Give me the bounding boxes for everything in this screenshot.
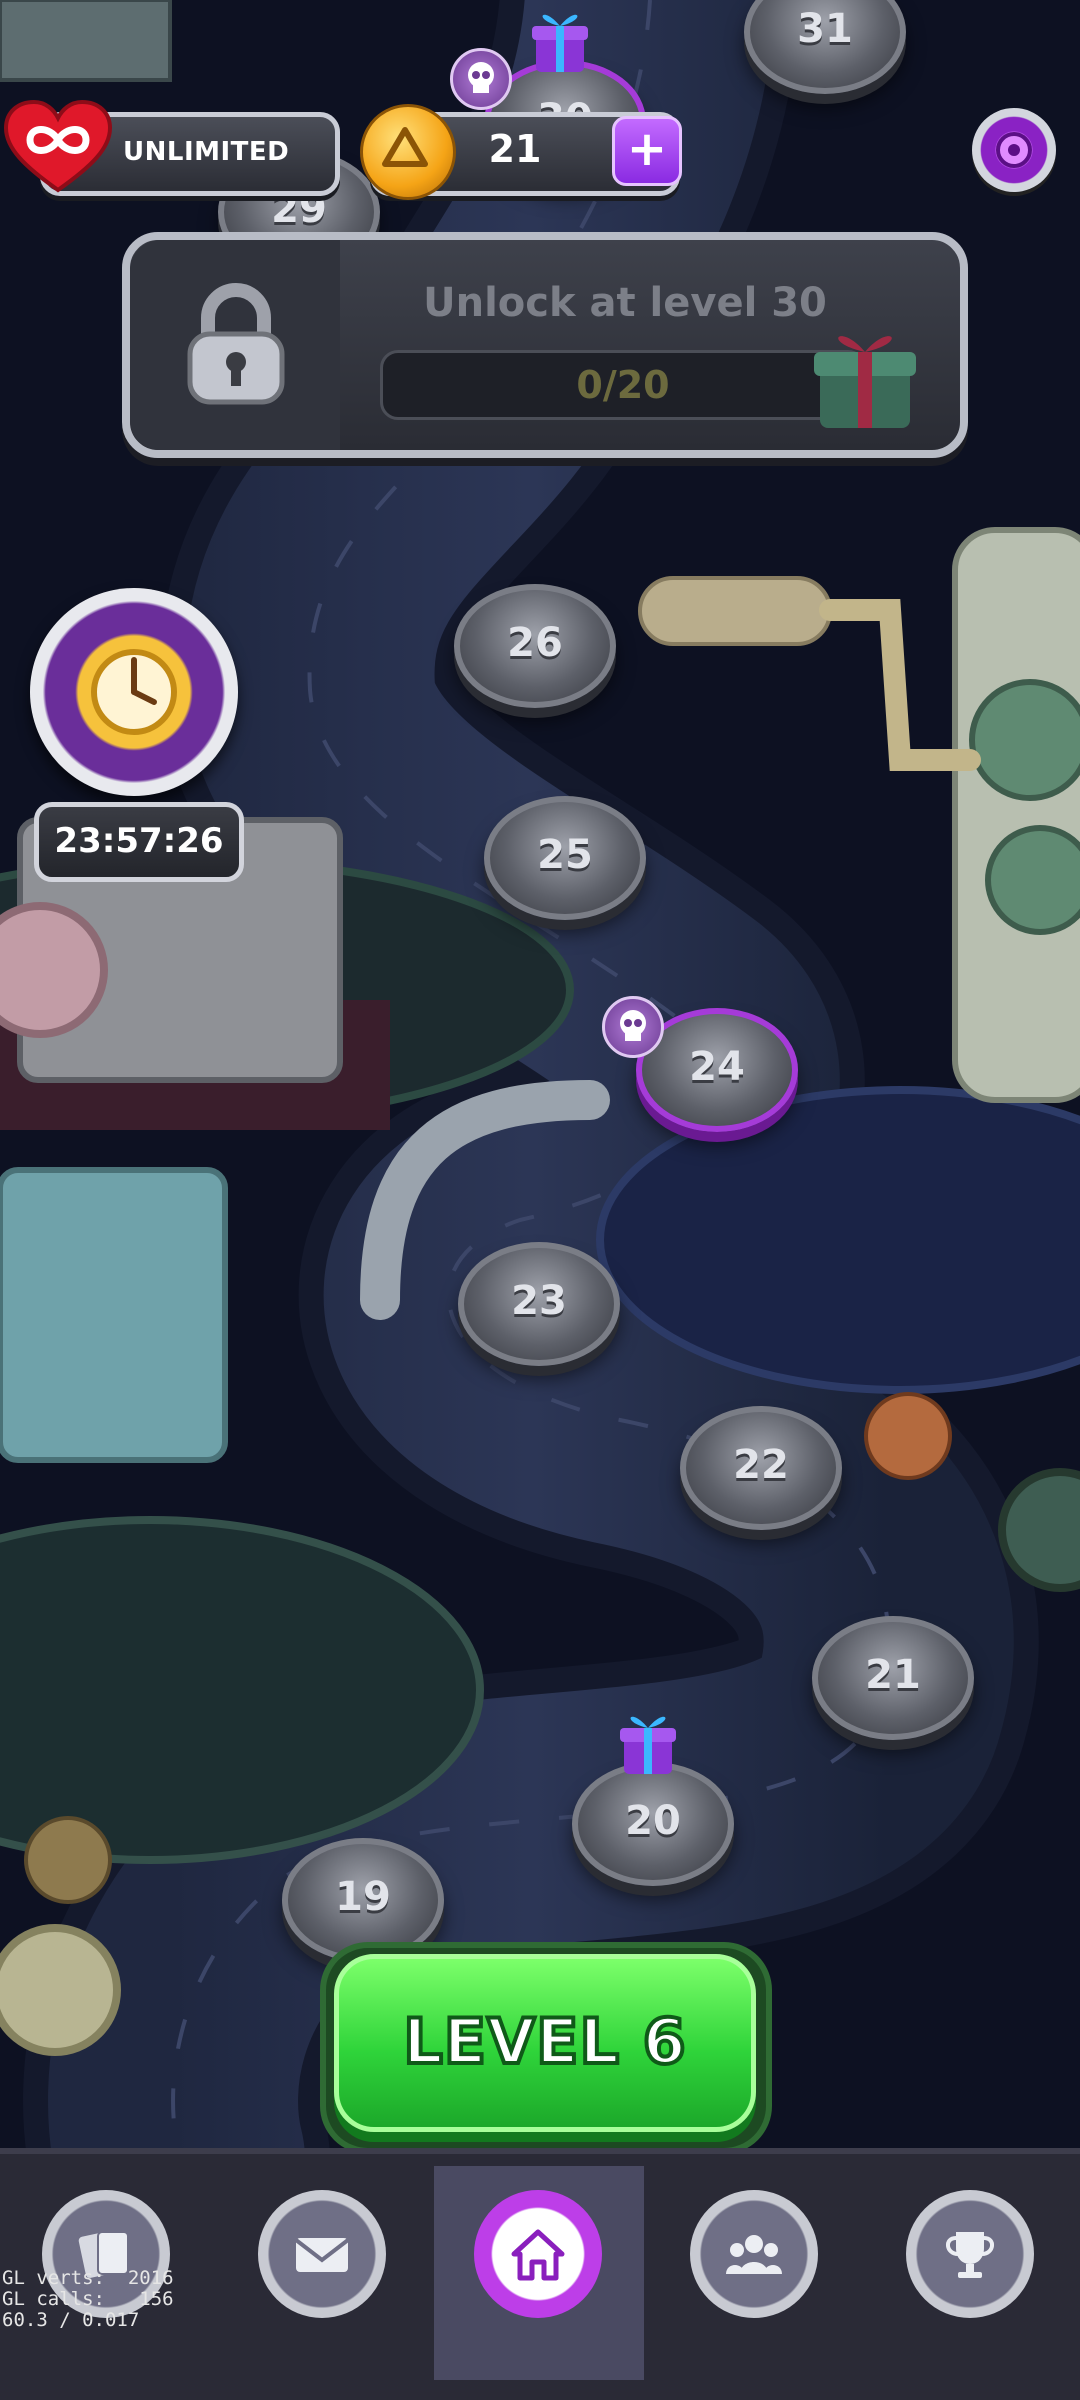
skull-icon [450,48,512,110]
team-icon [726,2235,782,2274]
gift-icon [814,336,916,428]
home-icon [511,2229,565,2281]
nav-inbox-circle [258,2190,386,2318]
debug-overlay: GL verts: 2016 GL calls: 156 60.3 / 0.01… [2,2267,174,2331]
nav-leaderboard-circle [906,2190,1034,2318]
level-node-label: 31 [797,6,853,52]
nav-home[interactable] [434,2166,644,2380]
nav-leaderboard[interactable] [866,2166,1076,2380]
level-node-label: 24 [689,1044,745,1090]
level-node-label: 20 [625,1798,681,1844]
level-node-label: 25 [537,832,593,878]
level-node-label: 19 [335,1874,391,1920]
lives-label: UNLIMITED [123,137,290,167]
level-node-20[interactable]: 20 [572,1762,734,1886]
unlock-progress-bar: 0/20 [380,350,866,420]
level-node-26[interactable]: 26 [454,584,616,708]
nav-team-circle [690,2190,818,2318]
lock-area [130,240,340,450]
level-node-label: 26 [507,620,563,666]
envelope-icon [294,2238,350,2272]
level-node-22[interactable]: 22 [680,1406,842,1530]
unlock-title: Unlock at level 30 [423,280,827,326]
gear-icon [996,132,1032,168]
play-level-button[interactable]: LEVEL 6 [334,1954,756,2132]
nav-team[interactable] [650,2166,860,2380]
unlock-panel: Unlock at level 30 0/20 [122,232,968,458]
gift-icon [616,1706,680,1776]
unlock-progress-text: 0/20 [576,363,670,407]
event-timer-text: 23:57:26 [54,821,224,861]
level-node-label: 23 [511,1278,567,1324]
level-node-label: 22 [733,1442,789,1488]
play-level-label: LEVEL 6 [401,2003,687,2080]
infinity-heart-icon [4,100,112,193]
coin-triangle-icon [382,127,428,167]
trophy-icon [946,2232,994,2278]
buy-coins-button[interactable]: + [612,116,682,186]
level-node-label: 21 [865,1652,921,1698]
gift-icon [528,4,592,74]
nav-home-circle [474,2190,602,2318]
level-node-23[interactable]: 23 [458,1242,620,1366]
skull-icon [602,996,664,1058]
stopwatch-icon [91,649,177,735]
padlock-icon [187,283,285,405]
level-node-25[interactable]: 25 [484,796,646,920]
event-timer-icon[interactable] [30,588,238,796]
nav-inbox[interactable] [218,2166,428,2380]
event-timer: 23:57:26 [34,802,244,882]
settings-button[interactable] [972,108,1056,192]
level-node-21[interactable]: 21 [812,1616,974,1740]
game-map: 1920212223242526293031 23:57:26 Unlock a… [0,0,1080,2400]
